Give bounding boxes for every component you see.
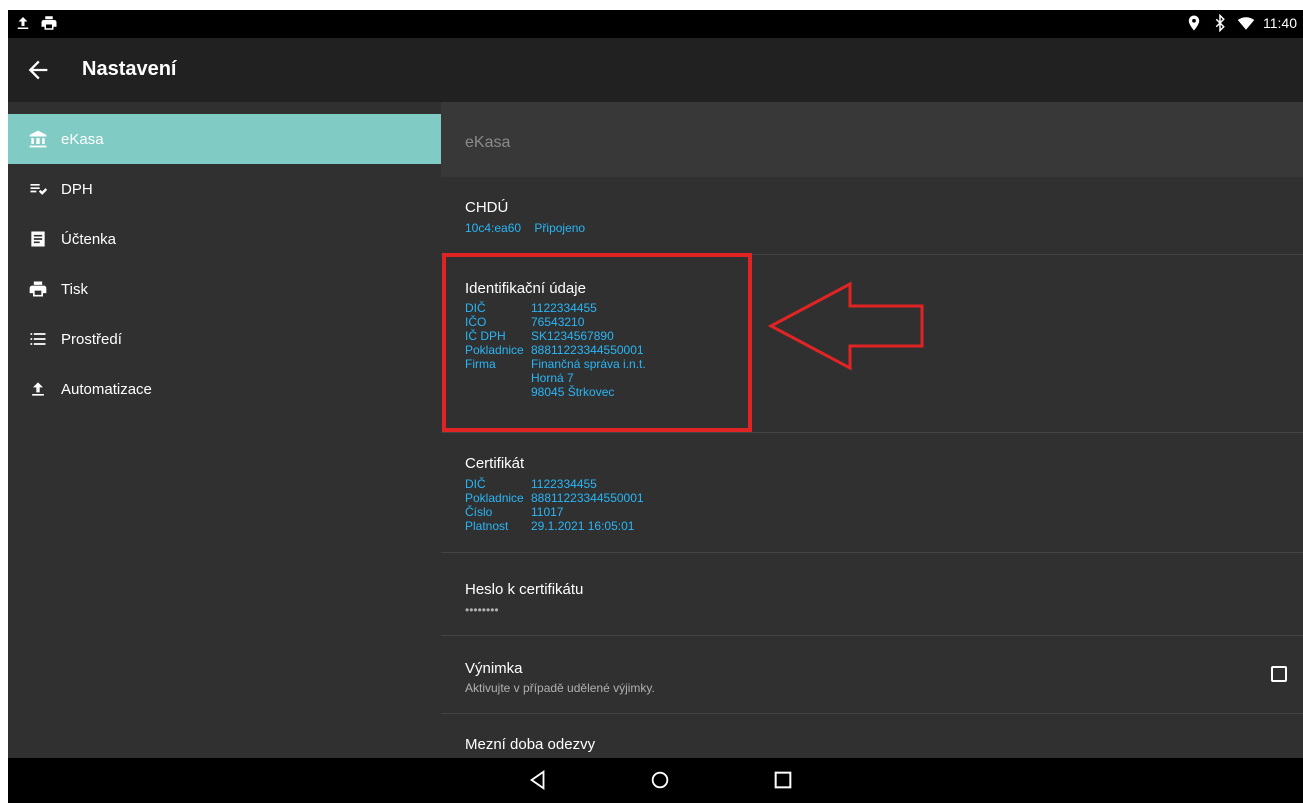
pref-certificate[interactable]: Certifikát DIČ 1122334455 Pokladnice 888… [441,433,1303,553]
sidebar-item-label: eKasa [61,130,104,148]
list-check-icon [28,179,48,199]
detail-value: 11017 [531,505,564,519]
certificate-details: DIČ 1122334455 Pokladnice 88811223344550… [465,477,644,533]
sidebar-item-label: Tisk [61,280,88,298]
wifi-icon [1237,17,1255,30]
upload-icon [28,379,48,399]
pref-title: Mezní doba odezvy [465,736,596,753]
bank-icon [28,129,48,149]
sidebar-item-label: Automatizace [61,380,152,398]
pref-title: Heslo k certifikátu [465,581,584,598]
pref-exception[interactable]: Výnimka Aktivujte v případě udělené výji… [441,636,1303,714]
nav-home-icon[interactable] [649,769,671,791]
content-header: eKasa [441,102,1303,177]
page-title: Nastavení [82,58,177,80]
status-time: 11:40 [1263,15,1297,31]
detail-value: 1122334455 [531,477,597,491]
nav-back-icon[interactable] [527,769,549,791]
receipt-icon [28,229,48,249]
password-mask: •••••••• [465,603,499,617]
detail-value: 88811223344550001 [531,491,644,505]
back-arrow-icon[interactable] [24,56,52,84]
sidebar-item-ekasa[interactable]: eKasa [8,114,441,164]
sidebar-item-automatizace[interactable]: Automatizace [8,364,441,414]
exception-checkbox[interactable] [1271,666,1287,682]
pref-title: Výnimka [465,660,523,677]
app-toolbar: Nastavení [8,38,1303,102]
pref-title: CHDÚ [465,199,509,216]
annotation-arrow-icon [768,281,924,371]
nav-recents-icon[interactable] [772,769,794,791]
sidebar-item-label: Prostředí [61,330,122,348]
list-icon [28,329,48,349]
sidebar-item-tisk[interactable]: Tisk [8,264,441,314]
detail-key: Platnost [465,519,509,533]
sidebar-item-dph[interactable]: DPH [8,164,441,214]
sidebar-item-label: Účtenka [61,230,117,248]
pref-title: Certifikát [465,455,525,472]
detail-key: Číslo [465,505,493,519]
upload-notification-icon [17,17,29,29]
bluetooth-icon [1215,14,1225,32]
location-icon [1188,15,1200,31]
pref-summary: 10c4:ea60 Připojeno [465,221,585,235]
detail-value: 29.1.2021 16:05:01 [531,519,635,533]
pref-response-timeout[interactable]: Mezní doba odezvy [441,714,1303,758]
pref-summary: Aktivujte v případě udělené výjimky. [465,681,655,695]
settings-sidebar: eKasa DPH Účtenka Tisk Prostředí Automat… [8,102,441,758]
sidebar-item-label: DPH [61,180,93,198]
sidebar-item-uctenka[interactable]: Účtenka [8,214,441,264]
system-navigation-bar [8,758,1303,803]
annotation-highlight-box [442,253,752,432]
chdu-address: 10c4:ea60 [465,221,522,235]
printer-icon [28,279,48,299]
status-bar: 11:40 [8,10,1303,38]
pref-chdu[interactable]: CHDÚ 10c4:ea60 Připojeno [441,177,1303,255]
sidebar-item-prostredi[interactable]: Prostředí [8,314,441,364]
chdu-status: Připojeno [534,221,586,235]
section-title: eKasa [465,134,511,151]
detail-key: Pokladnice [465,491,524,505]
detail-key: DIČ [465,477,486,491]
printer-notification-icon [41,16,57,30]
pref-certificate-password[interactable]: Heslo k certifikátu •••••••• [441,553,1303,636]
